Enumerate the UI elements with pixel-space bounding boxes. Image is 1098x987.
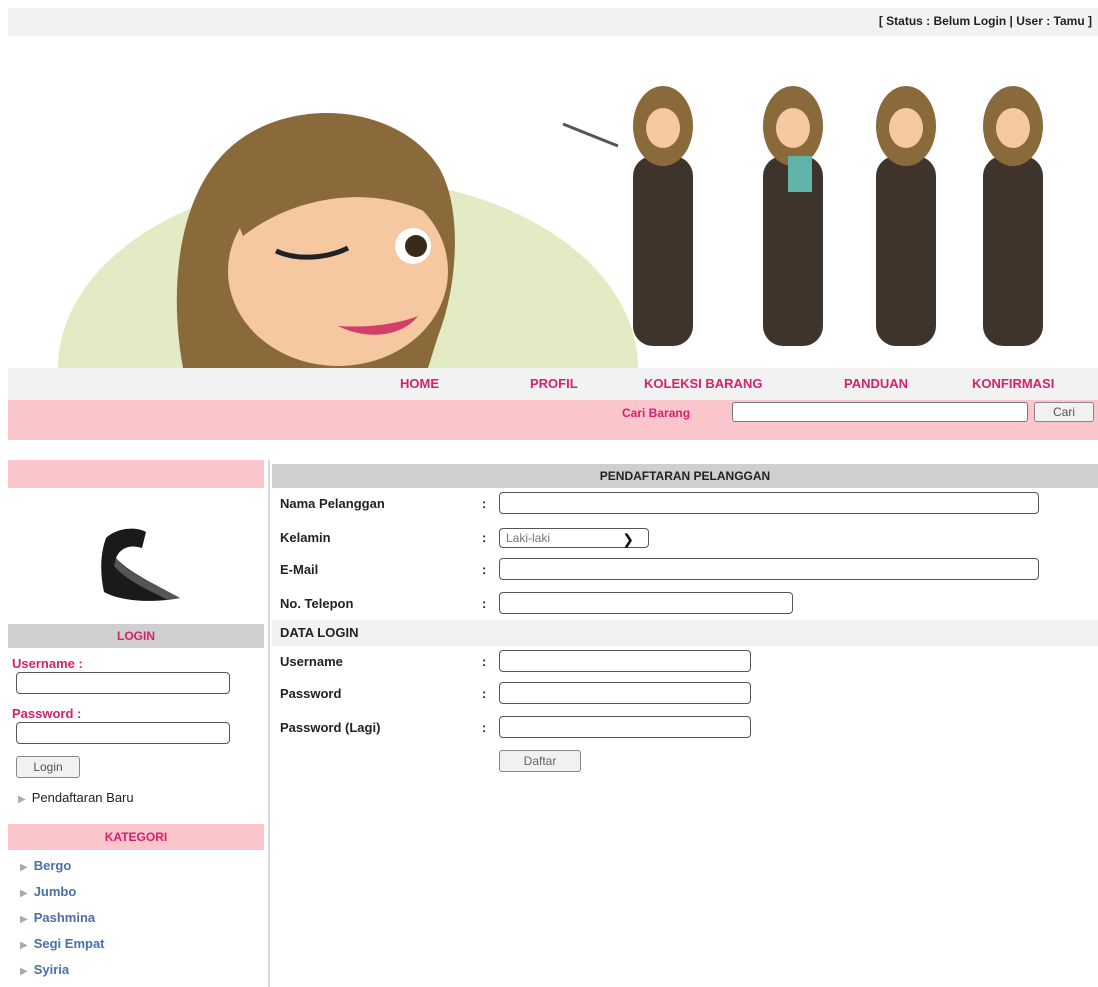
form-username-label: Username <box>280 654 343 669</box>
kategori-label: Segi Empat <box>33 936 105 951</box>
column-divider <box>268 460 270 987</box>
nav-koleksi-barang[interactable]: KOLEKSI BARANG <box>644 376 762 391</box>
form-title: PENDAFTARAN PELANGGAN <box>272 464 1098 488</box>
colon: : <box>482 654 487 669</box>
colon: : <box>482 496 487 511</box>
colon: : <box>482 720 487 735</box>
form-password-label: Password <box>280 686 342 701</box>
sidebar-top-band <box>8 460 264 488</box>
kelamin-select[interactable]: Laki-laki ❯ <box>499 528 649 548</box>
kategori-item[interactable]: ▶ Bergo <box>20 858 105 884</box>
logo-area <box>8 488 264 622</box>
kategori-item[interactable]: ▶ Segi Empat <box>20 936 105 962</box>
colon: : <box>482 530 487 545</box>
nav-konfirmasi[interactable]: KONFIRMASI <box>972 376 1054 391</box>
kelamin-selected-value: Laki-laki <box>506 531 551 545</box>
login-button[interactable]: Login <box>16 756 80 778</box>
form-password-lagi-input[interactable] <box>499 716 751 738</box>
search-label: Cari Barang <box>622 406 691 420</box>
kategori-label: Bergo <box>33 858 72 873</box>
register-link[interactable]: ▶ Pendaftaran Baru <box>18 790 134 805</box>
login-section-title: LOGIN <box>8 624 264 648</box>
search-button[interactable]: Cari <box>1034 402 1094 422</box>
nama-label: Nama Pelanggan <box>280 496 385 511</box>
arrow-right-icon: ▶ <box>18 794 26 805</box>
nav-panduan[interactable]: PANDUAN <box>844 376 908 391</box>
colon: : <box>482 562 487 577</box>
kategori-label: Syiria <box>33 962 70 977</box>
kategori-list: ▶ Bergo ▶ Jumbo ▶ Pashmina ▶ Segi Empat ▶ Syi… <box>20 858 105 987</box>
nav-profil[interactable]: PROFIL <box>530 376 578 391</box>
telepon-input[interactable] <box>499 592 793 614</box>
banner-illustration <box>58 86 1043 368</box>
password-label: Password : <box>12 706 82 721</box>
username-label: Username : <box>12 656 83 671</box>
password-input[interactable] <box>16 722 230 744</box>
daftar-button[interactable]: Daftar <box>499 750 581 772</box>
sidebar: LOGIN Username : Password : Login ▶ Penda… <box>8 460 264 987</box>
top-status-bar: [ Status : Belum Login | User : Tamu ] <box>8 8 1098 36</box>
login-status-text: [ Status : Belum Login | User : Tamu ] <box>878 14 1092 28</box>
header-banner <box>8 36 1098 368</box>
kategori-section-title: KATEGORI <box>8 824 264 850</box>
arrow-right-icon: ▶ <box>20 940 28 951</box>
colon: : <box>482 686 487 701</box>
kategori-item[interactable]: ▶ Jumbo <box>20 884 105 910</box>
nama-input[interactable] <box>499 492 1039 514</box>
kategori-label: Jumbo <box>33 884 77 899</box>
hijab-logo-icon <box>101 528 180 601</box>
chevron-down-icon: ❯ <box>622 531 634 547</box>
form-password-lagi-label: Password (Lagi) <box>280 720 381 735</box>
arrow-right-icon: ▶ <box>20 888 28 899</box>
search-input[interactable] <box>732 402 1028 422</box>
registration-form: PENDAFTARAN PELANGGAN Nama Pelanggan : K… <box>272 460 1098 987</box>
telepon-label: No. Telepon <box>280 596 354 611</box>
nav-home[interactable]: HOME <box>400 376 439 391</box>
kategori-item[interactable]: ▶ Pashmina <box>20 910 105 936</box>
register-link-label: Pendaftaran Baru <box>31 790 134 805</box>
email-input[interactable] <box>499 558 1039 580</box>
email-label: E-Mail <box>280 562 319 577</box>
kategori-label: Pashmina <box>33 910 96 925</box>
kategori-item[interactable]: ▶ Syiria <box>20 962 105 987</box>
arrow-right-icon: ▶ <box>20 966 28 977</box>
data-login-section-title: DATA LOGIN <box>272 620 1098 646</box>
username-input[interactable] <box>16 672 230 694</box>
kelamin-label: Kelamin <box>280 530 331 545</box>
search-bar: Cari Barang Cari <box>8 400 1098 440</box>
form-username-input[interactable] <box>499 650 751 672</box>
form-password-input[interactable] <box>499 682 751 704</box>
main-nav: HOME PROFIL KOLEKSI BARANG PANDUAN KONFI… <box>8 368 1098 400</box>
arrow-right-icon: ▶ <box>20 862 28 873</box>
colon: : <box>482 596 487 611</box>
arrow-right-icon: ▶ <box>20 914 28 925</box>
